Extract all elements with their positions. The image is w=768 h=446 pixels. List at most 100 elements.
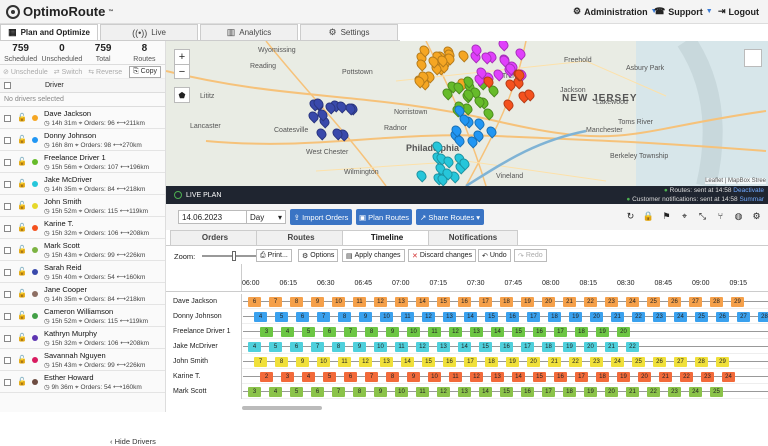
stop-block[interactable]: 14	[479, 387, 492, 397]
route-optimize-icon[interactable]: ⤡	[696, 211, 709, 224]
stop-block[interactable]: 6	[290, 342, 303, 352]
stop-block[interactable]: 5	[275, 312, 288, 322]
route-color-dot[interactable]	[32, 313, 38, 319]
route-map[interactable]: Wyomissing Reading Pottstown Lititz Lanc…	[166, 41, 768, 186]
stop-block[interactable]: 21	[563, 297, 576, 307]
stop-block[interactable]: 10	[332, 297, 345, 307]
driver-checkbox[interactable]	[4, 159, 11, 166]
stop-block[interactable]: 9	[311, 297, 324, 307]
driver-row[interactable]: 🔓 Karine T. ◷ 15h 32m ⌖ Orders: 106 ⟷208km	[0, 217, 165, 239]
stop-block[interactable]: 17	[575, 372, 588, 382]
lock-icon[interactable]: 🔓	[17, 289, 27, 298]
route-color-dot[interactable]	[32, 137, 38, 143]
stop-block[interactable]: 23	[653, 312, 666, 322]
stop-block[interactable]: 14	[464, 312, 477, 322]
lock-icon[interactable]: 🔓	[17, 311, 27, 320]
stop-block[interactable]: 9	[374, 387, 387, 397]
driver-row[interactable]: 🔓 Mark Scott ◷ 15h 43m ⌖ Orders: 99 ⟷226km	[0, 239, 165, 261]
flag-icon[interactable]: ⚑	[660, 211, 673, 224]
timeline-scrollbar[interactable]	[242, 406, 322, 410]
app-logo[interactable]: OptimoRoute ™	[6, 4, 113, 19]
lock-icon[interactable]: 🔓	[17, 245, 27, 254]
route-color-dot[interactable]	[32, 225, 38, 231]
stop-block[interactable]: 15	[485, 312, 498, 322]
stop-block[interactable]: 5	[290, 387, 303, 397]
stop-block[interactable]: 18	[563, 387, 576, 397]
stop-block[interactable]: 10	[407, 327, 420, 337]
driver-row[interactable]: 🔓 Cameron Williamson ◷ 15h 52m ⌖ Orders: 1…	[0, 305, 165, 327]
stop-block[interactable]: 22	[584, 297, 597, 307]
stop-block[interactable]: 23	[668, 387, 681, 397]
stop-block[interactable]: 24	[611, 357, 624, 367]
stop-block[interactable]: 13	[458, 387, 471, 397]
support-menu[interactable]: ☎ Support ▼	[654, 6, 713, 17]
stop-block[interactable]: 18	[596, 372, 609, 382]
stop-block[interactable]: 25	[647, 297, 660, 307]
driver-row[interactable]: 🔓 Freelance Driver 1 ◷ 15h 56m ⌖ Orders: 1…	[0, 151, 165, 173]
stop-block[interactable]: 5	[269, 342, 282, 352]
stop-block[interactable]: 17	[464, 357, 477, 367]
stop-block[interactable]: 20	[617, 327, 630, 337]
lock-icon[interactable]: 🔓	[17, 223, 27, 232]
lasso-icon[interactable]: ⬟	[174, 87, 190, 103]
stop-block[interactable]: 27	[689, 297, 702, 307]
stop-block[interactable]: 5	[302, 327, 315, 337]
stop-block[interactable]: 21	[611, 312, 624, 322]
route-color-dot[interactable]	[32, 291, 38, 297]
stop-block[interactable]: 21	[626, 387, 639, 397]
stop-block[interactable]: 11	[449, 372, 462, 382]
stop-block[interactable]: 21	[659, 372, 672, 382]
switch-button[interactable]: ⇄ Switch	[54, 68, 82, 76]
stop-block[interactable]: 15	[533, 372, 546, 382]
driver-checkbox[interactable]	[4, 379, 11, 386]
stop-block[interactable]: 9	[296, 357, 309, 367]
stop-block[interactable]: 17	[527, 312, 540, 322]
driver-row[interactable]: 🔓 Dave Jackson ◷ 14h 31m ⌖ Orders: 96 ⟷211…	[0, 107, 165, 129]
stop-block[interactable]: 13	[470, 327, 483, 337]
stop-block[interactable]: 12	[470, 372, 483, 382]
layers-icon[interactable]	[744, 49, 762, 67]
stop-block[interactable]: 7	[311, 342, 324, 352]
route-color-dot[interactable]	[32, 357, 38, 363]
stop-block[interactable]: 13	[395, 297, 408, 307]
stop-block[interactable]: 15	[512, 327, 525, 337]
stop-block[interactable]: 9	[353, 342, 366, 352]
stop-block[interactable]: 20	[590, 312, 603, 322]
subtab-timeline[interactable]: Timeline	[342, 230, 432, 245]
zoom-out-button[interactable]: −	[175, 64, 189, 78]
stop-block[interactable]: 10	[317, 357, 330, 367]
stop-block[interactable]: 3	[281, 372, 294, 382]
driver-checkbox[interactable]	[4, 225, 11, 232]
stop-block[interactable]: 16	[521, 387, 534, 397]
stop-block[interactable]: 25	[710, 387, 723, 397]
share-routes-button[interactable]: ↗ Share Routes ▾	[416, 209, 484, 225]
import-orders-button[interactable]: ⇪ Import Orders	[290, 209, 352, 225]
lock-icon[interactable]: 🔒	[642, 211, 655, 224]
stop-block[interactable]: 9	[359, 312, 372, 322]
stop-block[interactable]: 11	[428, 327, 441, 337]
driver-checkbox[interactable]	[4, 247, 11, 254]
pin-icon[interactable]: ⌖	[678, 211, 691, 224]
stop-block[interactable]: 17	[554, 327, 567, 337]
stop-block[interactable]: 9	[407, 372, 420, 382]
stop-block[interactable]: 12	[437, 387, 450, 397]
stop-block[interactable]: 20	[584, 342, 597, 352]
redo-button[interactable]: ↷ Redo	[514, 249, 547, 262]
stop-block[interactable]: 18	[500, 297, 513, 307]
stop-block[interactable]: 19	[584, 387, 597, 397]
stop-block[interactable]: 16	[443, 357, 456, 367]
stop-block[interactable]: 27	[737, 312, 750, 322]
lock-icon[interactable]: 🔓	[17, 135, 27, 144]
stop-block[interactable]: 3	[248, 387, 261, 397]
driver-checkbox[interactable]	[4, 335, 11, 342]
stop-block[interactable]: 22	[632, 312, 645, 322]
tab-live[interactable]: ((•)) Live	[100, 24, 198, 40]
stop-block[interactable]: 8	[332, 342, 345, 352]
stop-block[interactable]: 5	[323, 372, 336, 382]
stop-block[interactable]: 18	[485, 357, 498, 367]
copy-button[interactable]: ⎘ Copy	[129, 65, 161, 78]
stop-block[interactable]: 17	[542, 387, 555, 397]
stop-block[interactable]: 14	[491, 327, 504, 337]
stop-block[interactable]: 22	[680, 372, 693, 382]
logout-button[interactable]: ⇥ Logout	[718, 6, 759, 17]
